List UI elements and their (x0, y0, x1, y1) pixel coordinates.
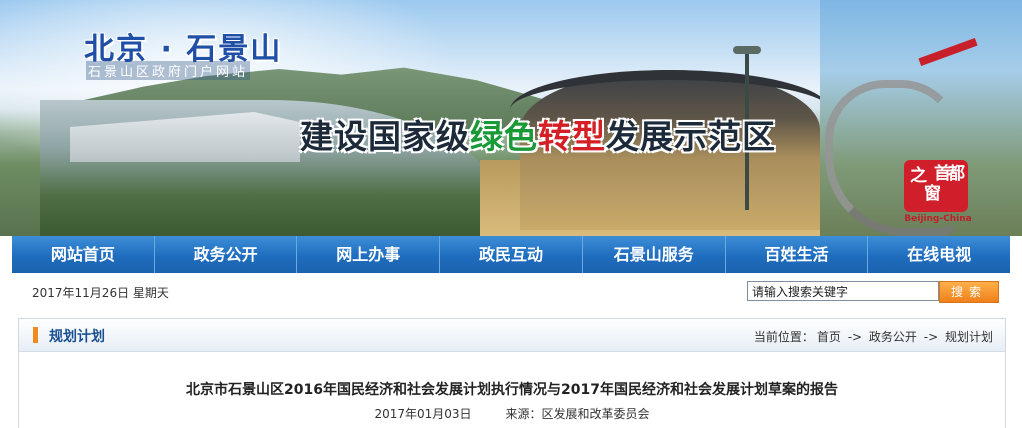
article-source: 来源：区发展和改革委员会 (505, 407, 650, 421)
banner-lamp-head (733, 46, 761, 54)
section-title: 规划计划 (49, 329, 105, 345)
section-header: 规划计划 当前位置： 首页 -> 政务公开 -> 规划计划 (19, 319, 1005, 352)
article-meta: 2017年01月03日 来源：区发展和改革委员会 (19, 405, 1005, 422)
article-date: 2017年01月03日 (374, 407, 472, 421)
section-marker (33, 327, 38, 343)
breadcrumb: 当前位置： 首页 -> 政务公开 -> 规划计划 (751, 328, 993, 345)
article-title: 北京市石景山区2016年国民经济和社会发展计划执行情况与2017年国民经济和社会… (186, 382, 838, 398)
slogan-part2: 发展示范区 (606, 117, 776, 156)
slogan-green: 绿色 (470, 117, 538, 156)
info-bar: 2017年11月26日 星期天 搜索 (12, 273, 1010, 311)
breadcrumb-plans[interactable]: 规划计划 (945, 330, 993, 344)
nav-item-citizen-life[interactable]: 百姓生活 (726, 236, 869, 273)
seal-char: 都 (948, 164, 965, 184)
content-panel: 规划计划 当前位置： 首页 -> 政务公开 -> 规划计划 北京市石景山区2016… (18, 318, 1006, 428)
search-input[interactable] (747, 281, 939, 301)
seal-caption: Beijing-China (904, 214, 972, 224)
search-button[interactable]: 搜索 (939, 281, 999, 303)
breadcrumb-label: 当前位置： (753, 330, 814, 344)
capital-window-seal[interactable]: 首 都 之 窗 (904, 160, 968, 212)
breadcrumb-home[interactable]: 首页 (817, 330, 841, 344)
site-subtitle: 石景山区政府门户网站 (86, 61, 251, 80)
seal-char: 窗 (924, 184, 941, 204)
breadcrumb-separator: -> (923, 330, 939, 344)
banner-slogan: 建设国家级绿色转型发展示范区 (300, 110, 776, 158)
breadcrumb-separator: -> (847, 330, 863, 344)
nav-item-home[interactable]: 网站首页 (12, 236, 155, 273)
nav-item-online-services[interactable]: 网上办事 (297, 236, 441, 273)
breadcrumb-government-affairs[interactable]: 政务公开 (869, 330, 917, 344)
nav-item-shijingshan-services[interactable]: 石景山服务 (583, 236, 726, 273)
nav-item-interaction[interactable]: 政民互动 (440, 236, 583, 273)
main-nav: 网站首页 政务公开 网上办事 政民互动 石景山服务 百姓生活 在线电视 (12, 236, 1010, 273)
header-banner: 北京 · 石景山 石景山区政府门户网站 建设国家级绿色转型发展示范区 首 都 之… (0, 0, 1022, 236)
current-date: 2017年11月26日 星期天 (32, 286, 169, 300)
nav-item-government-affairs[interactable]: 政务公开 (155, 236, 298, 273)
nav-item-online-tv[interactable]: 在线电视 (868, 236, 1010, 273)
slogan-part1: 建设国家级 (300, 117, 470, 156)
slogan-red: 转型 (538, 117, 606, 156)
